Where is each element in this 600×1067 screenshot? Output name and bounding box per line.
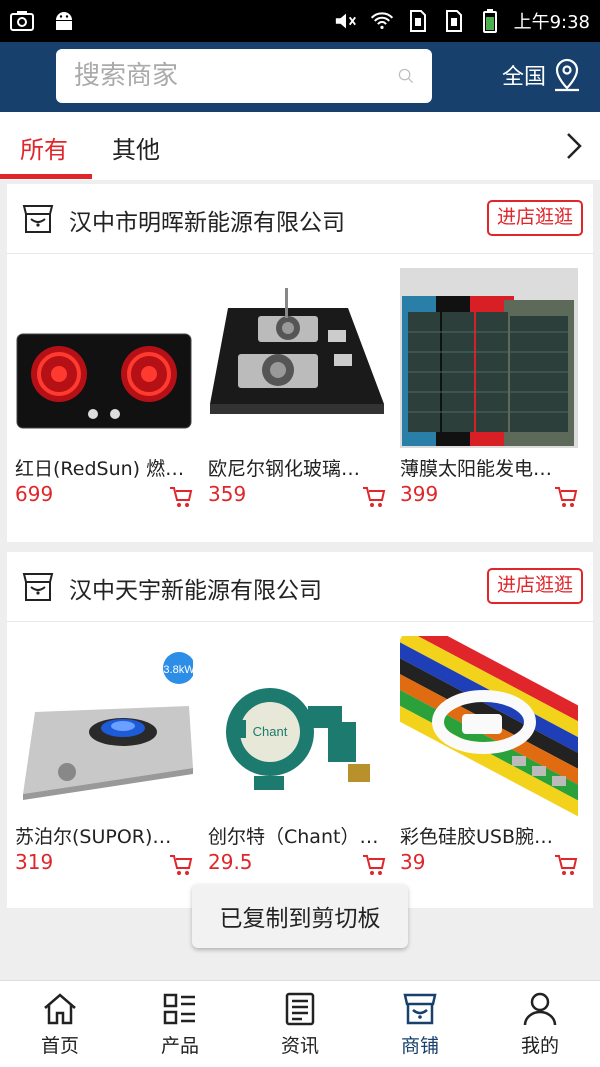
battery-icon: [478, 9, 502, 33]
wifi-icon: [370, 9, 394, 33]
product-card[interactable]: 欧尼尔钢化玻璃… 359: [208, 268, 394, 507]
region-label: 全国: [501, 65, 546, 90]
nav-label: 商铺: [400, 1035, 439, 1057]
product-card[interactable]: Chant 创尔特（Chant）… 29.5: [208, 636, 394, 875]
nav-label: 产品: [160, 1035, 199, 1057]
sim1-icon: [406, 9, 430, 33]
product-image[interactable]: 3.8kW: [15, 636, 195, 816]
product-card[interactable]: 薄膜太阳能发电… 399: [400, 268, 586, 507]
product-image[interactable]: Chant: [208, 636, 386, 816]
nav-stores[interactable]: 商铺: [360, 981, 480, 1067]
location-pin-icon: [555, 58, 579, 92]
product-card[interactable]: 红日(RedSun) 燃… 699: [15, 268, 201, 507]
product-image[interactable]: [366, 617, 600, 817]
profile-icon: [523, 992, 557, 1026]
nav-label: 我的: [520, 1035, 559, 1057]
product-list-icon: [163, 993, 195, 1025]
app-header: 全国: [0, 42, 600, 112]
store-card: 汉中天宇新能源有限公司 进店逛逛 3.8kW 苏泊尔(SUPOR)… 319 C…: [7, 552, 600, 910]
product-image[interactable]: [208, 268, 386, 448]
visit-store-button[interactable]: 进店逛逛: [486, 200, 583, 236]
product-card[interactable]: 3.8kW 苏泊尔(SUPOR)… 319: [15, 636, 201, 875]
product-card[interactable]: 彩色硅胶USB腕… 39: [366, 617, 600, 875]
news-icon: [285, 992, 315, 1026]
bottom-navigation: 首页 产品 资讯 商铺 我的: [0, 980, 600, 1067]
store-name[interactable]: 汉中天宇新能源有限公司: [69, 571, 322, 605]
product-name: 创尔特（Chant）…: [208, 826, 379, 848]
category-tabs: 所有 其他: [0, 112, 600, 180]
search-box[interactable]: [56, 49, 432, 103]
visit-store-button[interactable]: 进店逛逛: [486, 568, 583, 604]
cart-icon[interactable]: [554, 486, 578, 508]
cart-icon[interactable]: [362, 854, 386, 876]
product-name: 欧尼尔钢化玻璃…: [208, 458, 361, 480]
search-input[interactable]: [74, 61, 398, 91]
region-selector[interactable]: 全国: [502, 58, 582, 92]
store-header: 汉中天宇新能源有限公司 进店逛逛: [7, 552, 593, 622]
store-card: 汉中市明晖新能源有限公司 进店逛逛 红日(RedSun) 燃… 699 欧尼尔钢…: [7, 184, 593, 542]
nav-profile[interactable]: 我的: [480, 981, 600, 1067]
cart-icon[interactable]: [554, 854, 578, 876]
tab-all[interactable]: 所有: [20, 130, 68, 165]
store-icon: [22, 573, 54, 601]
product-image[interactable]: [15, 268, 193, 448]
nav-news[interactable]: 资讯: [240, 981, 360, 1067]
tab-other[interactable]: 其他: [112, 130, 160, 165]
product-badge: Chant: [253, 724, 288, 739]
nav-label: 首页: [40, 1035, 79, 1057]
product-name: 彩色硅胶USB腕…: [400, 826, 554, 848]
product-name: 苏泊尔(SUPOR)…: [15, 826, 172, 848]
product-badge: 3.8kW: [163, 664, 193, 676]
active-tab-indicator: [0, 174, 92, 179]
sim2-icon: [442, 9, 466, 33]
product-row: 3.8kW 苏泊尔(SUPOR)… 319 Chant 创尔特（Chant）… …: [7, 617, 600, 910]
product-price: 29.5: [208, 850, 253, 874]
nav-products[interactable]: 产品: [120, 981, 240, 1067]
home-icon: [44, 993, 76, 1025]
store-icon: [22, 205, 54, 233]
product-name: 红日(RedSun) 燃…: [15, 458, 185, 480]
product-name: 薄膜太阳能发电…: [400, 458, 553, 480]
nav-home[interactable]: 首页: [0, 981, 120, 1067]
search-icon[interactable]: [398, 59, 414, 93]
toast-message: 已复制到剪切板: [192, 884, 408, 948]
nav-label: 资讯: [280, 1035, 319, 1057]
android-icon: [52, 9, 76, 33]
chevron-right-icon[interactable]: [562, 130, 586, 162]
status-bar: 上午9:38: [0, 0, 600, 42]
status-time: 上午9:38: [513, 12, 590, 33]
product-price: 39: [400, 850, 426, 874]
product-price: 399: [400, 482, 439, 506]
product-image[interactable]: [400, 268, 578, 448]
product-price: 319: [15, 850, 54, 874]
store-name[interactable]: 汉中市明晖新能源有限公司: [69, 203, 345, 237]
cart-icon[interactable]: [169, 486, 193, 508]
store-header: 汉中市明晖新能源有限公司 进店逛逛: [7, 184, 593, 254]
store-icon: [403, 993, 437, 1025]
product-price: 699: [15, 482, 54, 506]
mute-icon: [334, 9, 358, 33]
cart-icon[interactable]: [362, 486, 386, 508]
product-price: 359: [208, 482, 247, 506]
screenshot-icon: [10, 9, 34, 33]
cart-icon[interactable]: [169, 854, 193, 876]
product-row: 红日(RedSun) 燃… 699 欧尼尔钢化玻璃… 359 薄膜太阳能发电… …: [7, 254, 593, 542]
